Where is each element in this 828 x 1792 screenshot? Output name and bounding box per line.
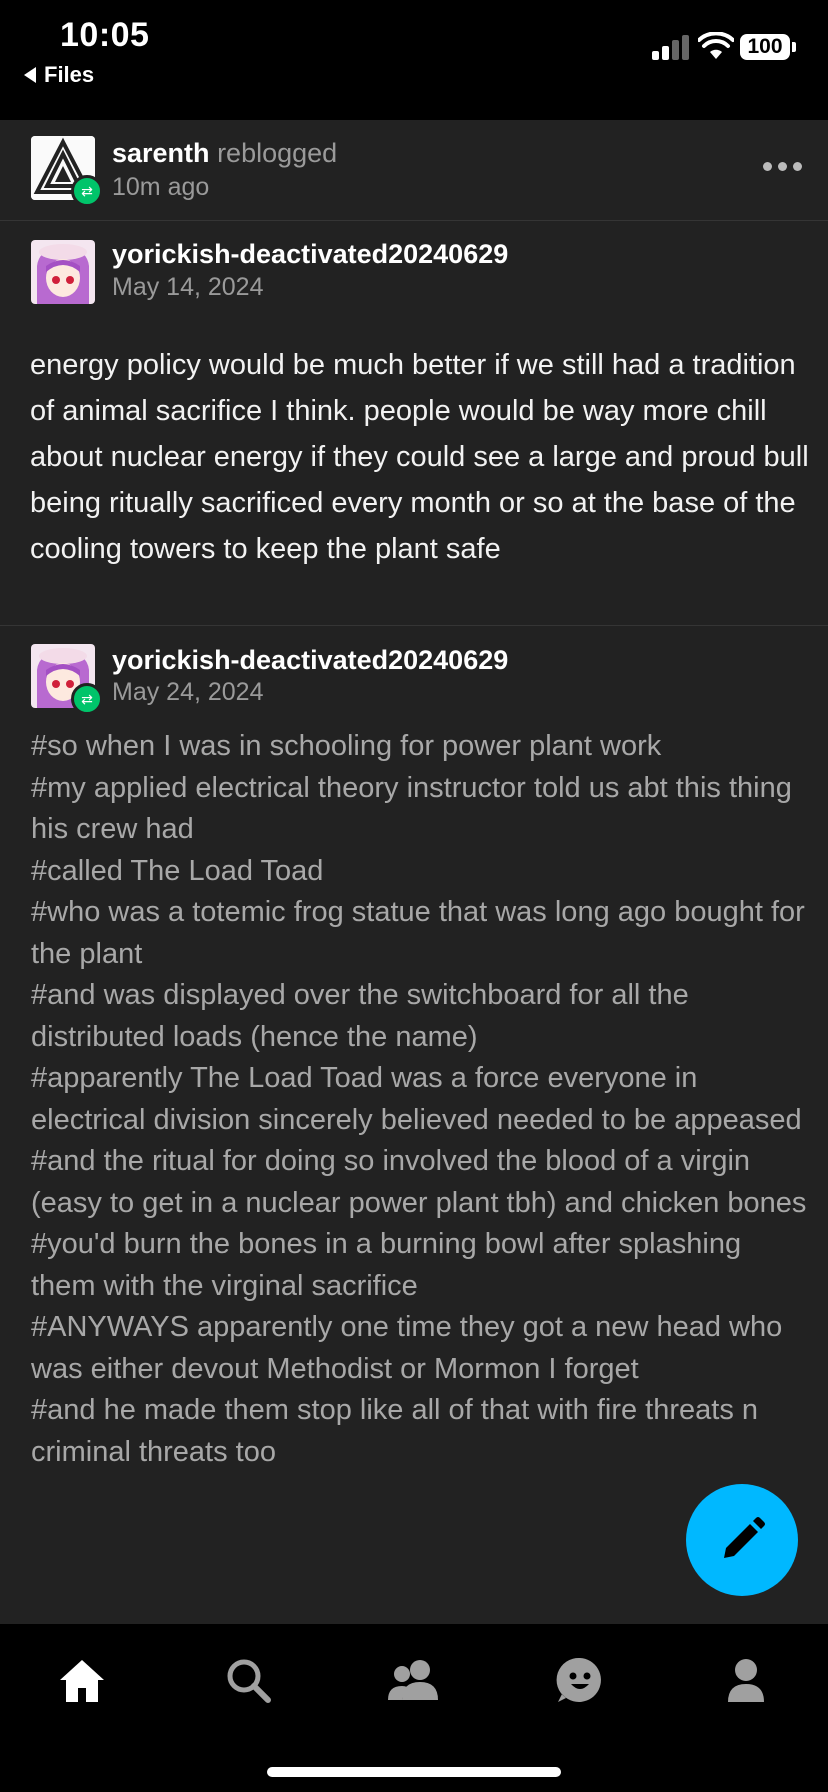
home-icon [60,1660,104,1702]
tag-list: #so when I was in schooling for power pl… [31,726,811,1473]
battery-indicator: 100 [740,34,796,60]
wifi-icon [698,32,734,59]
tag[interactable]: #called The Load Toad [31,851,811,893]
status-time: 10:05 [60,16,150,54]
tab-search[interactable] [220,1652,276,1708]
compose-button[interactable] [686,1484,798,1596]
tag[interactable]: #ANYWAYS apparently one time they got a … [31,1307,811,1390]
status-bar: 10:05 Files 100 [0,0,828,120]
tag[interactable]: #my applied electrical theory instructor… [31,768,811,851]
post-card: ⇄ sarenth reblogged 10m ago yorickish-de… [0,120,828,1624]
reblog-badge-icon: ⇄ [71,683,103,715]
tag[interactable]: #apparently The Load Toad was a force ev… [31,1058,811,1141]
original-post-date: May 14, 2024 [112,273,264,301]
reblog-date: May 24, 2024 [112,678,264,706]
tag[interactable]: #and was displayed over the switchboard … [31,975,811,1058]
cellular-signal-icon [652,34,692,60]
back-label: Files [44,62,95,87]
people-icon [388,1660,438,1700]
tag[interactable]: #so when I was in schooling for power pl… [31,726,811,768]
reblog-time: 10m ago [112,173,210,201]
tag[interactable]: #you'd burn the bones in a burning bowl … [31,1224,811,1307]
tag[interactable]: #who was a totemic frog statue that was … [31,892,811,975]
profile-icon [728,1659,764,1702]
original-post-text: energy policy would be much better if we… [30,349,809,565]
reblogger-name[interactable]: sarenth [112,138,210,168]
home-indicator[interactable] [267,1767,561,1777]
reblog-icon: ⇄ [71,175,103,207]
tab-home[interactable] [54,1652,110,1708]
post-header: ⇄ sarenth reblogged 10m ago [0,120,828,221]
original-author-name[interactable]: yorickish-deactivated20240629 [112,239,508,270]
tab-profile[interactable] [718,1652,774,1708]
reblogger-line: sarenth reblogged [112,138,337,169]
search-icon [227,1659,271,1703]
tab-activity[interactable] [552,1652,608,1708]
more-dots-icon[interactable] [763,162,802,171]
smiley-icon [556,1657,601,1702]
reblog-author-name[interactable]: yorickish-deactivated20240629 [112,645,508,676]
tag[interactable]: #and he made them stop like all of that … [31,1390,811,1473]
back-arrow-icon [24,67,36,83]
tag[interactable]: #and the ritual for doing so involved th… [31,1141,811,1224]
reblogged-label: reblogged [217,138,338,168]
pencil-icon [724,1517,765,1558]
original-author-avatar[interactable] [31,240,95,304]
back-to-files-link[interactable]: Files [24,62,94,88]
tab-following[interactable] [386,1652,442,1708]
